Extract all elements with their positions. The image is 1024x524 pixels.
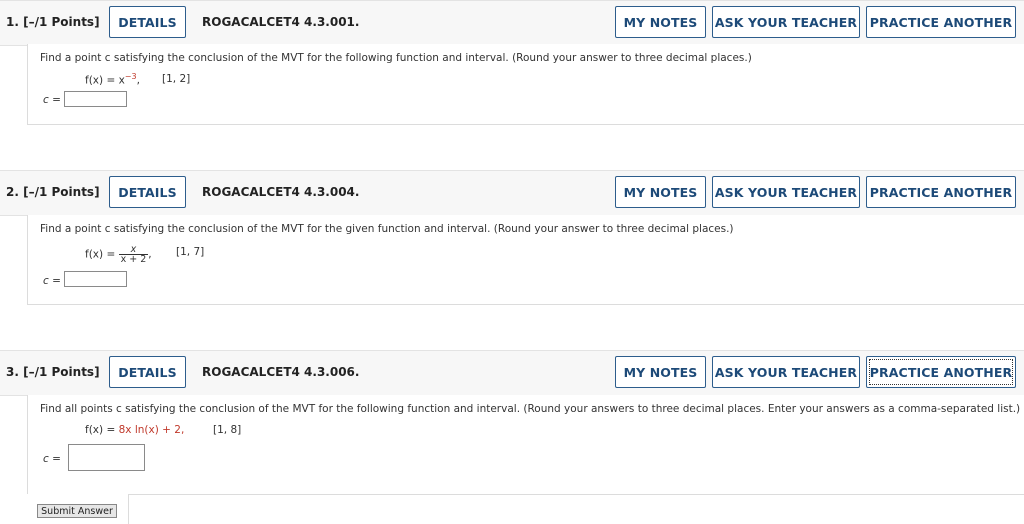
points-label: [–/1 Points] bbox=[23, 365, 100, 379]
points-label: [–/1 Points] bbox=[23, 15, 100, 29]
question-prompt: Find all points c satisfying the conclus… bbox=[40, 403, 1021, 415]
question-1-header: 1. [–/1 Points] DETAILS ROGACALCET4 4.3.… bbox=[0, 0, 1024, 46]
question-2-body: Find a point c satisfying the conclusion… bbox=[27, 215, 1024, 305]
question-2-header: 2. [–/1 Points] DETAILS ROGACALCET4 4.3.… bbox=[0, 170, 1024, 216]
ask-teacher-button[interactable]: ASK YOUR TEACHER bbox=[712, 6, 860, 38]
ask-teacher-button[interactable]: ASK YOUR TEACHER bbox=[712, 176, 860, 208]
ask-teacher-button[interactable]: ASK YOUR TEACHER bbox=[712, 356, 860, 388]
fraction-denominator: x + 2 bbox=[120, 254, 147, 265]
c-label: c = bbox=[43, 94, 61, 106]
my-notes-button[interactable]: MY NOTES bbox=[615, 176, 706, 208]
question-prompt: Find a point c satisfying the conclusion… bbox=[40, 223, 734, 235]
c-label: c = bbox=[43, 453, 61, 465]
question-3-points: 3. [–/1 Points] bbox=[6, 365, 100, 379]
practice-another-button[interactable]: PRACTICE ANOTHER bbox=[866, 356, 1016, 388]
question-3-header: 3. [–/1 Points] DETAILS ROGACALCET4 4.3.… bbox=[0, 350, 1024, 396]
my-notes-button[interactable]: MY NOTES bbox=[615, 356, 706, 388]
interval-text: [1, 2] bbox=[162, 73, 191, 85]
answer-input[interactable] bbox=[64, 271, 127, 287]
function-prefix: f(x) = bbox=[85, 424, 116, 436]
question-2-points: 2. [–/1 Points] bbox=[6, 185, 100, 199]
function-body: 8x ln(x) + 2, bbox=[118, 424, 185, 436]
function-suffix: , bbox=[148, 248, 152, 261]
interval: [1, 7] bbox=[176, 246, 204, 258]
interval: [1, 8] bbox=[213, 424, 241, 436]
question-id: ROGACALCET4 4.3.001. bbox=[202, 15, 360, 29]
c-label: c = bbox=[43, 275, 61, 287]
points-label: [–/1 Points] bbox=[23, 185, 100, 199]
question-1-points: 1. [–/1 Points] bbox=[6, 15, 100, 29]
function-prefix: f(x) = bbox=[85, 248, 116, 261]
question-number: 2. bbox=[6, 185, 19, 199]
details-button[interactable]: DETAILS bbox=[109, 356, 186, 388]
question-id: ROGACALCET4 4.3.004. bbox=[202, 185, 360, 199]
fraction: x x + 2 bbox=[118, 245, 149, 265]
answer-input[interactable] bbox=[64, 91, 127, 107]
answer-input[interactable] bbox=[68, 444, 145, 471]
question-prompt: Find a point c satisfying the conclusion… bbox=[40, 52, 752, 64]
details-button[interactable]: DETAILS bbox=[109, 176, 186, 208]
interval: [1, 2] bbox=[162, 73, 190, 85]
details-button[interactable]: DETAILS bbox=[109, 6, 186, 38]
question-id: ROGACALCET4 4.3.006. bbox=[202, 365, 360, 379]
interval-text: [1, 8] bbox=[213, 424, 242, 436]
function-exponent: −3 bbox=[124, 72, 137, 81]
submit-answer-button[interactable]: Submit Answer bbox=[37, 504, 117, 518]
question-number: 3. bbox=[6, 365, 19, 379]
question-1-body: Find a point c satisfying the conclusion… bbox=[27, 44, 1024, 125]
function-suffix: , bbox=[136, 74, 140, 87]
interval-text: [1, 7] bbox=[176, 246, 205, 258]
function-expression: f(x) = 8x ln(x) + 2, bbox=[85, 424, 184, 436]
practice-another-button[interactable]: PRACTICE ANOTHER bbox=[866, 176, 1016, 208]
function-expression: f(x) = x−3, bbox=[85, 72, 140, 87]
question-number: 1. bbox=[6, 15, 19, 29]
practice-another-button[interactable]: PRACTICE ANOTHER bbox=[866, 6, 1016, 38]
my-notes-button[interactable]: MY NOTES bbox=[615, 6, 706, 38]
function-prefix: f(x) = x bbox=[85, 74, 125, 87]
next-panel bbox=[128, 494, 1024, 524]
question-3-body: Find all points c satisfying the conclus… bbox=[27, 395, 1024, 494]
function-expression: f(x) = x x + 2 , bbox=[85, 245, 152, 265]
